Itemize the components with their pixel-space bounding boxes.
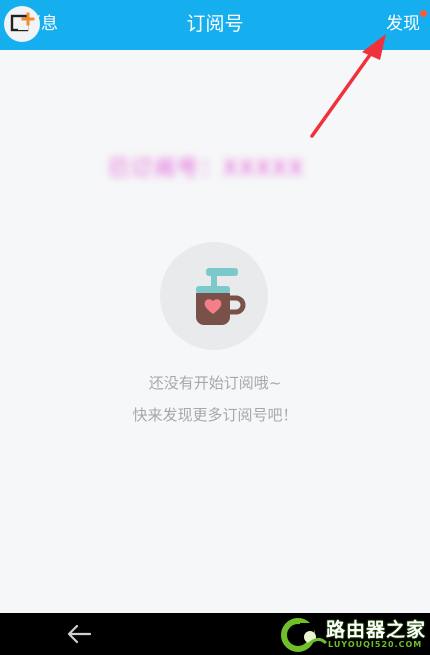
back-arrow-icon[interactable] bbox=[64, 619, 94, 649]
annotation-arrow bbox=[310, 34, 386, 138]
blurred-account-text: 已订阅号：XXXXX bbox=[108, 156, 305, 180]
add-window-icon[interactable] bbox=[4, 6, 40, 42]
notification-dot bbox=[420, 10, 427, 17]
empty-message-line-2: 快来发现更多订阅号吧！ bbox=[132, 406, 298, 424]
watermark-brand: 路由器之家 bbox=[326, 619, 427, 641]
empty-message-line-1: 还没有开始订阅哦~ bbox=[148, 374, 282, 392]
empty-state-icon bbox=[160, 242, 268, 350]
coffee-cup-heart-icon bbox=[196, 268, 246, 325]
watermark-logo: 路由器之家 LUYOUQI520.COM bbox=[278, 617, 428, 655]
watermark-domain: LUYOUQI520.COM bbox=[328, 640, 423, 649]
